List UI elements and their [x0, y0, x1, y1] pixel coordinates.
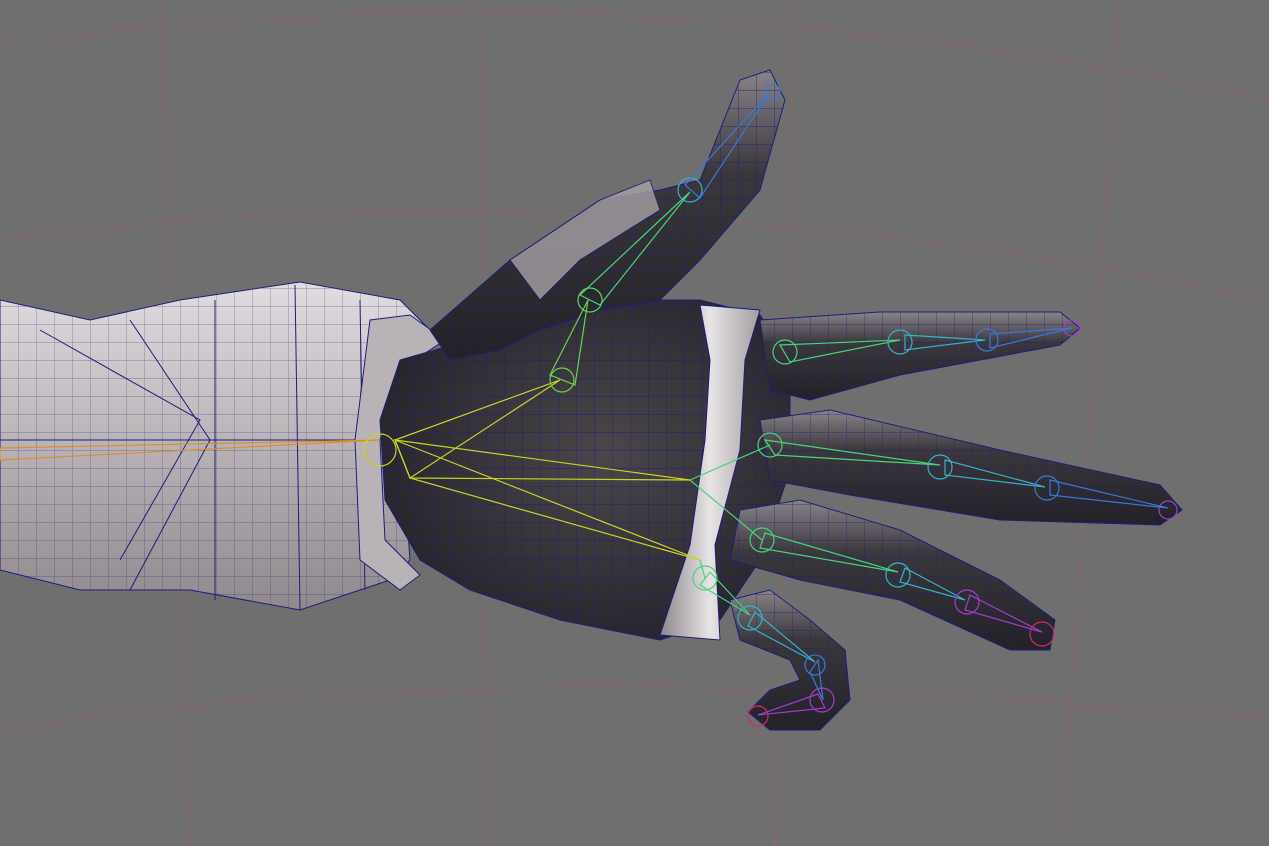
pinky-finger-mesh[interactable] [729, 589, 851, 731]
3d-viewport[interactable] [0, 0, 1269, 846]
viewport-canvas[interactable] [0, 0, 1269, 846]
index-finger-mesh[interactable] [759, 311, 1081, 401]
